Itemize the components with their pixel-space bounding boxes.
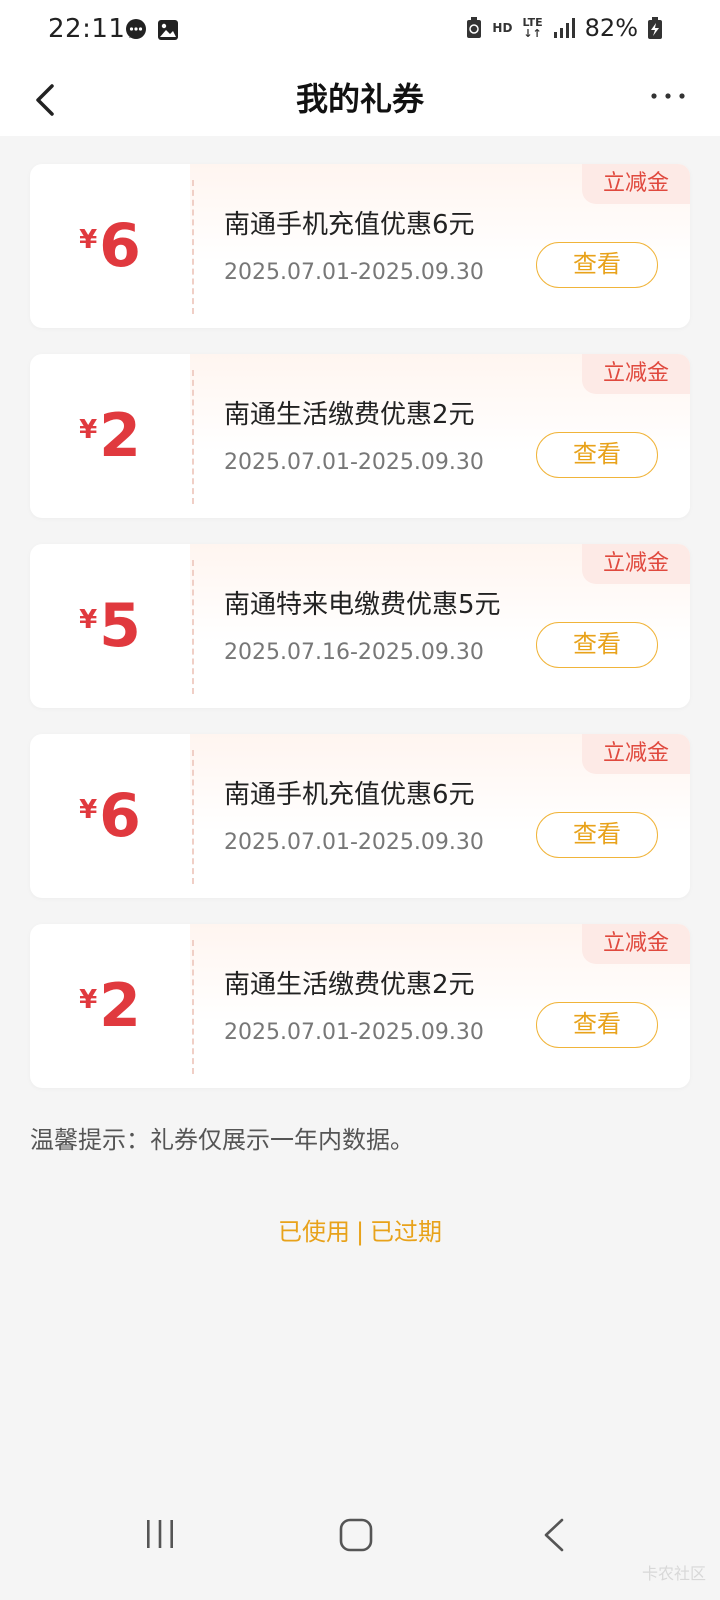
battery-charging-icon [648, 17, 662, 39]
view-button[interactable]: 查看 [536, 1002, 658, 1048]
home-icon[interactable] [339, 1518, 373, 1552]
currency-symbol: ¥ [79, 225, 98, 255]
dashed-divider [192, 180, 194, 314]
battery-percent: 82% [584, 14, 638, 42]
history-links: 已使用 | 已过期 [0, 1212, 720, 1247]
coupon-title: 南通生活缴费优惠2元 [224, 400, 475, 430]
currency-symbol: ¥ [79, 605, 98, 635]
amount-value: 6 [99, 211, 141, 281]
signal-icon [553, 18, 575, 38]
currency-symbol: ¥ [79, 795, 98, 825]
system-back-icon[interactable] [542, 1518, 566, 1552]
dashed-divider [192, 560, 194, 694]
currency-symbol: ¥ [79, 415, 98, 445]
more-dots-icon[interactable] [650, 86, 686, 106]
expired-link[interactable]: 已过期 [370, 1218, 442, 1246]
coupon-title: 南通特来电缴费优惠5元 [224, 590, 501, 620]
view-button[interactable]: 查看 [536, 812, 658, 858]
coupon-tag: 立减金 [582, 544, 690, 584]
hd-indicator: HD [492, 21, 513, 35]
watermark: 卡农社区 [641, 1564, 706, 1583]
used-link[interactable]: 已使用 [278, 1218, 350, 1246]
view-button[interactable]: 查看 [536, 432, 658, 478]
dashed-divider [192, 370, 194, 504]
coupon-title: 南通生活缴费优惠2元 [224, 970, 475, 1000]
nav-bar: 我的礼券 [0, 64, 720, 136]
coupon-card: ¥ 5 南通特来电缴费优惠5元 2025.07.16-2025.09.30 立减… [30, 544, 690, 708]
coupon-validity: 2025.07.01-2025.09.30 [224, 260, 484, 285]
system-nav-bar: 卡农社区 [0, 1480, 720, 1600]
amount-value: 5 [99, 591, 141, 661]
coupon-validity: 2025.07.01-2025.09.30 [224, 1020, 484, 1045]
coupon-card: ¥ 6 南通手机充值优惠6元 2025.07.01-2025.09.30 立减金… [30, 734, 690, 898]
coupon-amount: ¥ 2 [30, 354, 190, 518]
coupon-amount: ¥ 6 [30, 734, 190, 898]
status-left-icons [124, 18, 180, 42]
coupon-card: ¥ 6 南通手机充值优惠6元 2025.07.01-2025.09.30 立减金… [30, 164, 690, 328]
coupon-title: 南通手机充值优惠6元 [224, 210, 475, 240]
status-right-icons: HD LTE ↓↑ 82% [466, 14, 662, 42]
gallery-icon [158, 20, 178, 40]
status-time: 22:11 [48, 14, 126, 44]
amount-value: 2 [99, 971, 141, 1041]
view-button[interactable]: 查看 [536, 242, 658, 288]
dashed-divider [192, 940, 194, 1074]
data-arrows-icon: ↓↑ [523, 27, 542, 40]
coupon-amount: ¥ 5 [30, 544, 190, 708]
coupon-validity: 2025.07.01-2025.09.30 [224, 450, 484, 475]
coupon-tag: 立减金 [582, 924, 690, 964]
coupon-validity: 2025.07.01-2025.09.30 [224, 830, 484, 855]
battery-saver-icon [467, 17, 482, 38]
notice-text: 温馨提示：礼券仅展示一年内数据。 [30, 1126, 414, 1154]
coupon-card: ¥ 2 南通生活缴费优惠2元 2025.07.01-2025.09.30 立减金… [30, 924, 690, 1088]
coupon-tag: 立减金 [582, 354, 690, 394]
coupon-amount: ¥ 2 [30, 924, 190, 1088]
coupon-validity: 2025.07.16-2025.09.30 [224, 640, 484, 665]
lte-indicator: LTE ↓↑ [522, 17, 542, 39]
view-button[interactable]: 查看 [536, 622, 658, 668]
link-separator: | [355, 1218, 365, 1246]
currency-symbol: ¥ [79, 985, 98, 1015]
message-icon [126, 19, 146, 39]
coupon-card: ¥ 2 南通生活缴费优惠2元 2025.07.01-2025.09.30 立减金… [30, 354, 690, 518]
page-title: 我的礼券 [295, 80, 424, 118]
coupon-title: 南通手机充值优惠6元 [224, 780, 475, 810]
status-bar: 22:11 HD LTE ↓↑ 82% [0, 0, 720, 64]
recent-apps-icon[interactable] [144, 1518, 176, 1550]
amount-value: 6 [99, 781, 141, 851]
coupon-tag: 立减金 [582, 164, 690, 204]
coupon-tag: 立减金 [582, 734, 690, 774]
dashed-divider [192, 750, 194, 884]
amount-value: 2 [99, 401, 141, 471]
coupon-amount: ¥ 6 [30, 164, 190, 328]
